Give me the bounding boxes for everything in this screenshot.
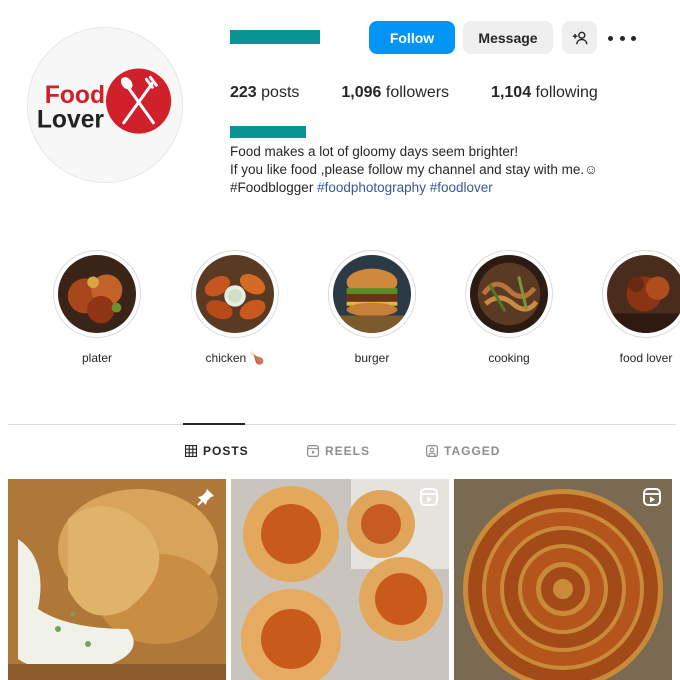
message-button[interactable]: Message [463, 21, 553, 54]
food-lover-logo: Food Lover [28, 28, 182, 182]
highlight-cover-plater [58, 255, 136, 333]
post-tile-2[interactable] [231, 479, 449, 680]
highlight-ring [53, 250, 141, 338]
username-redacted [230, 30, 320, 44]
reel-icon [420, 488, 438, 506]
followers-stat[interactable]: 1,096 followers [341, 84, 449, 102]
highlight-label: food lover [619, 351, 673, 365]
bio-line: Food makes a lot of gloomy days seem bri… [230, 144, 519, 159]
pin-icon [197, 489, 214, 506]
churro-spiral-photo [454, 479, 672, 680]
highlight-food-lover[interactable]: food lover [601, 250, 680, 365]
profile-stats: 223 posts 1,096 followers 1,104 followin… [230, 84, 640, 102]
hashtag-foodlover[interactable]: #foodlover [430, 180, 493, 195]
hashtag-foodblogger[interactable]: #Foodblogger [230, 180, 313, 195]
highlight-ring [465, 250, 553, 338]
display-name-redacted [230, 126, 306, 138]
posts-stat: 223 posts [230, 84, 300, 101]
grid-icon [185, 445, 197, 457]
more-dot-icon [631, 35, 636, 41]
bio-line: If you like food ,please follow my chann… [230, 162, 598, 177]
highlight-ring [602, 250, 680, 338]
tarts-photo [231, 479, 449, 680]
add-person-icon [572, 31, 587, 44]
reels-icon [307, 445, 319, 457]
profile-bio: Food makes a lot of gloomy days seem bri… [230, 143, 650, 197]
fried-food-photo [8, 479, 226, 680]
tagged-icon [426, 445, 438, 457]
highlight-label: cooking [488, 351, 530, 365]
tab-tagged[interactable]: TAGGED [426, 444, 500, 458]
highlight-label: chicken 🍗 [205, 351, 265, 365]
highlight-cover-burger [333, 255, 411, 333]
tab-label: REELS [325, 444, 371, 458]
svg-text:Food: Food [45, 82, 105, 109]
tab-label: TAGGED [444, 444, 501, 458]
reel-icon [643, 488, 661, 506]
highlight-ring [328, 250, 416, 338]
more-options-button[interactable] [608, 27, 636, 49]
tab-posts[interactable]: POSTS [185, 444, 249, 458]
highlight-label: plater [81, 351, 113, 365]
highlight-label: burger [354, 351, 390, 365]
highlight-cover-cooking [470, 255, 548, 333]
highlight-cover-chicken [196, 255, 274, 333]
post-tile-1[interactable] [8, 479, 226, 680]
profile-avatar[interactable]: Food Lover [27, 27, 183, 183]
tab-label: POSTS [203, 444, 249, 458]
active-tab-indicator [183, 423, 245, 425]
suggested-users-button[interactable] [562, 21, 597, 54]
bio-hashtags: #Foodblogger #foodphotography #foodlover [230, 179, 650, 197]
highlight-cooking[interactable]: cooking [464, 250, 554, 365]
tabs-divider [8, 424, 676, 425]
post-tile-3[interactable] [454, 479, 672, 680]
svg-text:Lover: Lover [37, 107, 105, 134]
more-dot-icon [619, 35, 625, 41]
highlight-cover-food-lover [607, 255, 680, 333]
highlight-chicken[interactable]: chicken 🍗 [190, 250, 280, 365]
following-stat[interactable]: 1,104 following [491, 84, 598, 102]
tab-reels[interactable]: REELS [307, 444, 370, 458]
more-dot-icon [608, 35, 613, 41]
highlight-ring [191, 250, 279, 338]
highlight-burger[interactable]: burger [327, 250, 417, 365]
highlight-plater[interactable]: plater [52, 250, 142, 365]
hashtag-foodphotography[interactable]: #foodphotography [317, 180, 426, 195]
follow-button[interactable]: Follow [369, 21, 455, 54]
